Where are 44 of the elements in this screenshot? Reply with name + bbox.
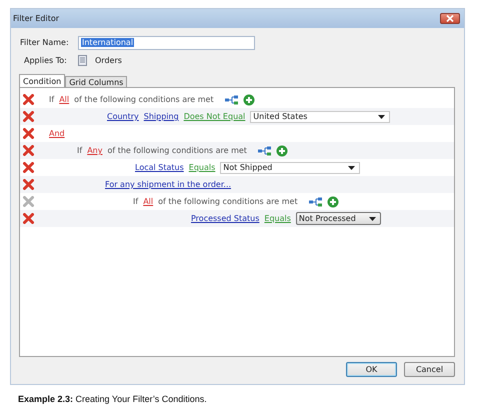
dropdown-arrow-icon	[378, 114, 386, 118]
quantifier-link[interactable]: All	[59, 95, 70, 104]
dropdown-arrow-icon	[348, 166, 356, 170]
condition-text: of the following conditions are met	[107, 146, 247, 155]
if-label: If	[77, 146, 82, 155]
scope-link[interactable]: For any shipment in the order...	[105, 180, 232, 189]
value-dropdown[interactable]: Not Shipped	[220, 162, 360, 174]
add-icon[interactable]	[276, 144, 288, 156]
filter-name-label: Filter Name:	[19, 38, 70, 47]
hierarchy-icon[interactable]	[308, 196, 322, 206]
add-icon[interactable]	[326, 196, 339, 208]
field-link[interactable]: Shipping	[144, 112, 179, 121]
delete-icon[interactable]	[23, 162, 34, 173]
quantifier-link[interactable]: Any	[87, 146, 102, 155]
delete-icon[interactable]	[23, 94, 34, 105]
delete-icon[interactable]	[23, 179, 34, 190]
field-link[interactable]: Country	[107, 112, 139, 121]
delete-icon[interactable]	[23, 111, 34, 122]
if-label: If	[133, 197, 138, 206]
delete-icon[interactable]	[23, 128, 34, 139]
value-dropdown[interactable]: United States	[250, 110, 390, 122]
ok-button[interactable]: OK	[346, 362, 397, 377]
document-icon	[78, 55, 87, 66]
add-icon[interactable]	[242, 94, 255, 106]
field-link[interactable]: Local Status	[135, 163, 184, 172]
and-link[interactable]: And	[49, 129, 65, 138]
filter-name-field[interactable]: International	[78, 36, 255, 50]
delete-icon[interactable]	[23, 145, 34, 156]
cancel-button[interactable]: Cancel	[404, 362, 455, 377]
operator-link[interactable]: Equals	[188, 163, 216, 172]
dropdown-arrow-icon	[368, 216, 376, 220]
close-icon	[446, 15, 454, 22]
close-button[interactable]	[440, 13, 460, 24]
tab[interactable]: Condition	[19, 74, 66, 87]
tab[interactable]: Grid Columns	[65, 76, 128, 87]
condition-text: of the following conditions are met	[158, 197, 298, 206]
applies-to-label: Applies To:	[23, 56, 68, 65]
figure-caption: Example 2.3: Creating Your Filter’s Conditions.	[18, 394, 208, 404]
window-title: Filter Editor	[13, 14, 60, 23]
hierarchy-icon[interactable]	[258, 146, 271, 156]
hierarchy-icon[interactable]	[224, 94, 238, 104]
applies-to-value: Orders	[95, 56, 122, 65]
condition-text: of the following conditions are met	[74, 95, 214, 104]
if-label: If	[49, 95, 54, 104]
